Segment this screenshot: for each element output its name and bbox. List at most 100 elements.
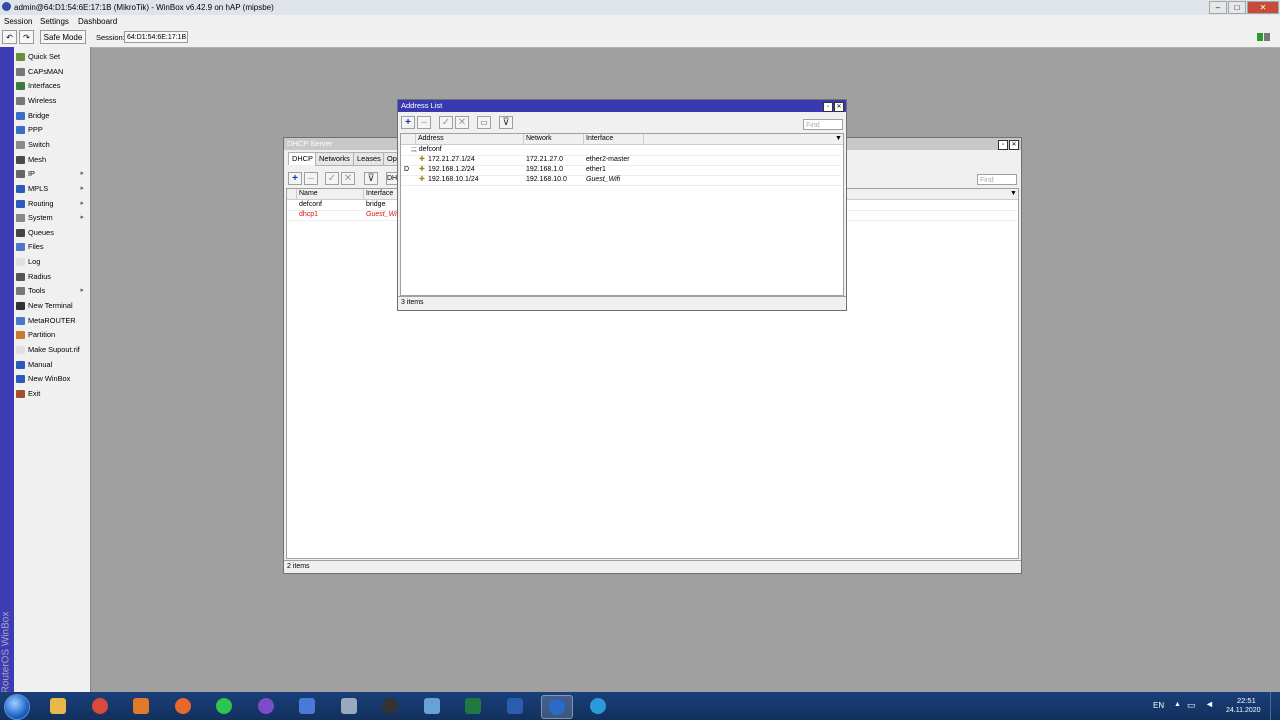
sidebar-item-ppp[interactable]: PPP bbox=[16, 123, 88, 137]
dhcp-disable-icon[interactable]: ✕ bbox=[341, 172, 355, 185]
explorer-icon bbox=[50, 698, 66, 714]
sidebar-item-queues[interactable]: Queues bbox=[16, 226, 88, 240]
taskbar-word-button[interactable] bbox=[500, 695, 530, 717]
dhcp-find-input[interactable]: Find bbox=[977, 174, 1017, 185]
winbox-icon bbox=[16, 375, 25, 384]
tab-dhcp[interactable]: DHCP bbox=[288, 152, 317, 165]
sidebar-item-switch[interactable]: Switch bbox=[16, 138, 88, 152]
dhcp-window-close-icon[interactable]: ✕ bbox=[1009, 140, 1019, 150]
address-remove-icon[interactable]: – bbox=[417, 116, 431, 129]
menu-session[interactable]: Session bbox=[4, 17, 32, 26]
address-window-maximize-icon[interactable]: ▫ bbox=[823, 102, 833, 112]
volume-tray-icon[interactable]: ◄ bbox=[1205, 699, 1214, 709]
sidebar-item-interfaces[interactable]: Interfaces bbox=[16, 79, 88, 93]
sidebar-item-exit[interactable]: Exit bbox=[16, 387, 88, 401]
metarouter-icon bbox=[16, 316, 25, 325]
language-indicator[interactable]: EN bbox=[1153, 701, 1164, 710]
safe-mode-button[interactable]: Safe Mode bbox=[40, 30, 86, 44]
sidebar-item-quick-set[interactable]: Quick Set bbox=[16, 50, 88, 64]
address-find-input[interactable]: Find bbox=[803, 119, 843, 130]
taskbar-network-app-button[interactable] bbox=[292, 695, 322, 717]
taskbar-explorer-button[interactable] bbox=[43, 695, 73, 717]
taskbar-whatsapp-button[interactable] bbox=[209, 695, 239, 717]
sidebar-item-new-winbox[interactable]: New WinBox bbox=[16, 372, 88, 386]
sidebar-item-label: Quick Set bbox=[28, 52, 61, 61]
address-filter-icon[interactable]: ⊽ bbox=[499, 116, 513, 129]
sidebar-item-routing[interactable]: Routing ▸ bbox=[16, 197, 88, 211]
ip-icon bbox=[16, 170, 25, 179]
network-app-icon bbox=[299, 698, 315, 714]
close-button[interactable]: ✕ bbox=[1247, 1, 1279, 14]
maximize-button[interactable]: □ bbox=[1228, 1, 1246, 14]
sidebar-item-mesh[interactable]: Mesh bbox=[16, 153, 88, 167]
sidebar-item-new-terminal[interactable]: New Terminal bbox=[16, 299, 88, 313]
taskbar-notepad-button[interactable] bbox=[417, 695, 447, 717]
taskbar-lock-app-button[interactable] bbox=[375, 695, 405, 717]
sidebar-item-wireless[interactable]: Wireless bbox=[16, 94, 88, 108]
taskbar-chrome-button[interactable] bbox=[85, 695, 115, 717]
address-comment-icon[interactable]: ▭ bbox=[477, 116, 491, 129]
sidebar-item-radius[interactable]: Radius bbox=[16, 270, 88, 284]
sidebar-item-capsman[interactable]: CAPsMAN bbox=[16, 65, 88, 79]
redo-button[interactable]: ↷ bbox=[19, 30, 34, 44]
taskbar-media-player-button[interactable] bbox=[126, 695, 156, 717]
terminal-icon bbox=[16, 302, 25, 311]
sidebar-item-system[interactable]: System ▸ bbox=[16, 211, 88, 225]
show-desktop-button[interactable] bbox=[1270, 692, 1280, 720]
address-enable-icon[interactable]: ✓ bbox=[439, 116, 453, 129]
tab-networks[interactable]: Networks bbox=[315, 152, 354, 166]
dhcp-window-maximize-icon[interactable]: ▫ bbox=[998, 140, 1008, 150]
dhcp-enable-icon[interactable]: ✓ bbox=[325, 172, 339, 185]
address-row-flag: D bbox=[404, 166, 410, 173]
table-row[interactable]: ✚ 192.168.10.1/24 192.168.10.0 Guest_Wif… bbox=[401, 175, 841, 186]
sidebar-item-bridge[interactable]: Bridge bbox=[16, 109, 88, 123]
taskbar-excel-button[interactable] bbox=[458, 695, 488, 717]
dhcp-row-interface: Guest_Wifi bbox=[366, 211, 401, 218]
address-col-address[interactable]: Address bbox=[416, 134, 524, 144]
sidebar-item-files[interactable]: Files bbox=[16, 240, 88, 254]
menu-dashboard[interactable]: Dashboard bbox=[78, 17, 117, 26]
session-field[interactable]: 64:D1:54:6E:17:1B bbox=[124, 31, 188, 43]
taskbar-calculator-button[interactable] bbox=[334, 695, 364, 717]
address-col-network[interactable]: Network bbox=[524, 134, 584, 144]
taskbar-winbox-button[interactable] bbox=[541, 695, 573, 719]
tray-time[interactable]: 22:51 bbox=[1237, 696, 1256, 705]
dhcp-col-name[interactable]: Name bbox=[297, 189, 364, 199]
address-columns-dropdown-icon[interactable]: ▼ bbox=[833, 134, 842, 144]
minimize-button[interactable]: – bbox=[1209, 1, 1227, 14]
menu-settings[interactable]: Settings bbox=[40, 17, 69, 26]
sidebar-item-ip[interactable]: IP ▸ bbox=[16, 167, 88, 181]
taskbar-telegram-button[interactable] bbox=[583, 695, 613, 717]
address-window-close-icon[interactable]: ✕ bbox=[834, 102, 844, 112]
address-col-interface[interactable]: Interface bbox=[584, 134, 644, 144]
address-add-icon[interactable]: + bbox=[401, 116, 415, 129]
tray-expand-icon[interactable]: ▲ bbox=[1174, 701, 1181, 708]
start-button[interactable] bbox=[4, 694, 30, 720]
address-disable-icon[interactable]: ✕ bbox=[455, 116, 469, 129]
wireless-icon bbox=[16, 96, 25, 105]
sidebar-item-metarouter[interactable]: MetaROUTER bbox=[16, 314, 88, 328]
sidebar-item-tools[interactable]: Tools ▸ bbox=[16, 284, 88, 298]
taskbar-firefox-button[interactable] bbox=[168, 695, 198, 717]
undo-button[interactable]: ↶ bbox=[2, 30, 17, 44]
dhcp-filter-icon[interactable]: ⊽ bbox=[364, 172, 378, 185]
files-icon bbox=[16, 243, 25, 252]
dhcp-columns-dropdown-icon[interactable]: ▼ bbox=[1008, 189, 1017, 199]
sidebar-item-log[interactable]: Log bbox=[16, 255, 88, 269]
taskbar-viber-button[interactable] bbox=[251, 695, 281, 717]
sidebar-item-manual[interactable]: Manual bbox=[16, 358, 88, 372]
sidebar-item-label: CAPsMAN bbox=[28, 66, 64, 76]
network-tray-icon[interactable]: ▭ bbox=[1187, 700, 1196, 711]
dhcp-remove-icon[interactable]: – bbox=[304, 172, 318, 185]
sidebar-item-partition[interactable]: Partition bbox=[16, 328, 88, 342]
sidebar-item-mpls[interactable]: MPLS ▸ bbox=[16, 182, 88, 196]
address-row-icon: ✚ bbox=[419, 166, 425, 173]
sidebar-item-make-supout-rif[interactable]: Make Supout.rif bbox=[16, 343, 88, 357]
address-window-titlebar[interactable]: Address List ▫ ✕ bbox=[398, 100, 846, 112]
mpls-icon bbox=[16, 184, 25, 193]
switch-icon bbox=[16, 140, 25, 149]
dhcp-row-interface: bridge bbox=[366, 201, 386, 208]
dhcp-add-icon[interactable]: + bbox=[288, 172, 302, 185]
tray-date[interactable]: 24.11.2020 bbox=[1226, 707, 1261, 714]
tab-leases[interactable]: Leases bbox=[353, 152, 385, 166]
